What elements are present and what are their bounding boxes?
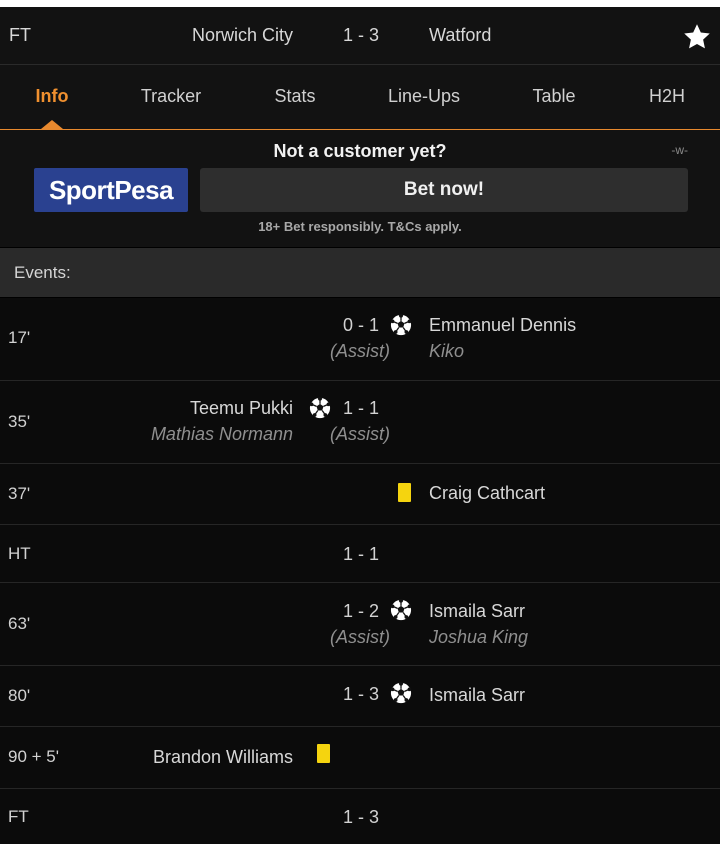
event-row: 80' 1 - 3 Ismaila Sarr: [0, 666, 720, 727]
event-score: 1 - 1: [342, 398, 380, 418]
assist-label: (Assist): [330, 424, 390, 444]
event-player[interactable]: Emmanuel Dennis: [429, 315, 576, 336]
promo-title: Not a customer yet?: [273, 141, 447, 161]
assist-label: (Assist): [330, 627, 390, 647]
home-team-name[interactable]: Norwich City: [192, 25, 293, 46]
event-row: 35' Teemu Pukki 1 - 1 Mathias Normann (A…: [0, 381, 720, 464]
assist-label: (Assist): [330, 341, 390, 361]
tab-tracker[interactable]: Tracker: [141, 86, 201, 107]
event-player[interactable]: Ismaila Sarr: [429, 685, 525, 706]
event-minute: 37': [8, 484, 31, 503]
tab-info[interactable]: Info: [36, 86, 69, 107]
match-status: FT: [9, 25, 31, 45]
event-score: 1 - 3: [342, 807, 380, 827]
match-score: 1 - 3: [342, 25, 380, 45]
soccer-ball-icon: [390, 314, 412, 336]
event-minute: 63': [8, 614, 31, 633]
promo-watermark: -w-: [671, 143, 688, 157]
event-row: 17' 0 - 1 Emmanuel Dennis (Assist) Kiko: [0, 298, 720, 381]
event-minute: 90 + 5': [8, 747, 59, 766]
promo-banner: Not a customer yet? -w- SportPesa Bet no…: [0, 130, 720, 247]
bet-now-button[interactable]: Bet now!: [200, 168, 688, 212]
event-row: 63' 1 - 2 Ismaila Sarr (Assist) Joshua K…: [0, 583, 720, 666]
tab-h2h[interactable]: H2H: [649, 86, 685, 107]
event-row: HT 1 - 1: [0, 525, 720, 583]
events-header: Events:: [0, 248, 720, 297]
events-heading: Events:: [14, 263, 71, 282]
status-bar-strip: [0, 0, 720, 7]
promo-disclaimer: 18+ Bet responsibly. T&Cs apply.: [258, 219, 462, 234]
sportpesa-logo[interactable]: SportPesa: [34, 168, 188, 212]
event-minute: 35': [8, 412, 31, 431]
event-score: 1 - 2: [342, 601, 380, 621]
event-row: 90 + 5' Brandon Williams: [0, 727, 720, 789]
soccer-ball-icon: [309, 397, 331, 419]
event-player[interactable]: Brandon Williams: [153, 747, 293, 768]
match-tabs: Info Tracker Stats Line-Ups Table H2H: [0, 65, 720, 130]
match-header: FT Norwich City 1 - 3 Watford: [0, 7, 720, 65]
event-minute: HT: [8, 544, 31, 563]
event-minute: 80': [8, 686, 31, 705]
event-row: 37' Craig Cathcart: [0, 464, 720, 525]
yellow-card-icon: [317, 744, 330, 763]
assist-player[interactable]: Kiko: [429, 341, 464, 362]
yellow-card-icon: [398, 483, 411, 502]
event-player[interactable]: Ismaila Sarr: [429, 601, 525, 622]
assist-player[interactable]: Mathias Normann: [151, 424, 293, 445]
assist-player[interactable]: Joshua King: [429, 627, 528, 648]
active-tab-indicator: [41, 120, 63, 129]
soccer-ball-icon: [390, 682, 412, 704]
tab-stats[interactable]: Stats: [274, 86, 315, 107]
event-score: 0 - 1: [342, 315, 380, 335]
event-score: 1 - 3: [342, 684, 380, 704]
star-icon[interactable]: [682, 22, 712, 52]
soccer-ball-icon: [390, 599, 412, 621]
event-player[interactable]: Teemu Pukki: [190, 398, 293, 419]
away-team-name[interactable]: Watford: [429, 25, 491, 46]
tab-table[interactable]: Table: [532, 86, 575, 107]
tab-line-ups[interactable]: Line-Ups: [388, 86, 460, 107]
event-score: 1 - 1: [342, 544, 380, 564]
event-minute: 17': [8, 328, 31, 347]
event-player[interactable]: Craig Cathcart: [429, 483, 545, 504]
event-minute: FT: [8, 807, 29, 826]
event-row: FT 1 - 3: [0, 789, 720, 844]
